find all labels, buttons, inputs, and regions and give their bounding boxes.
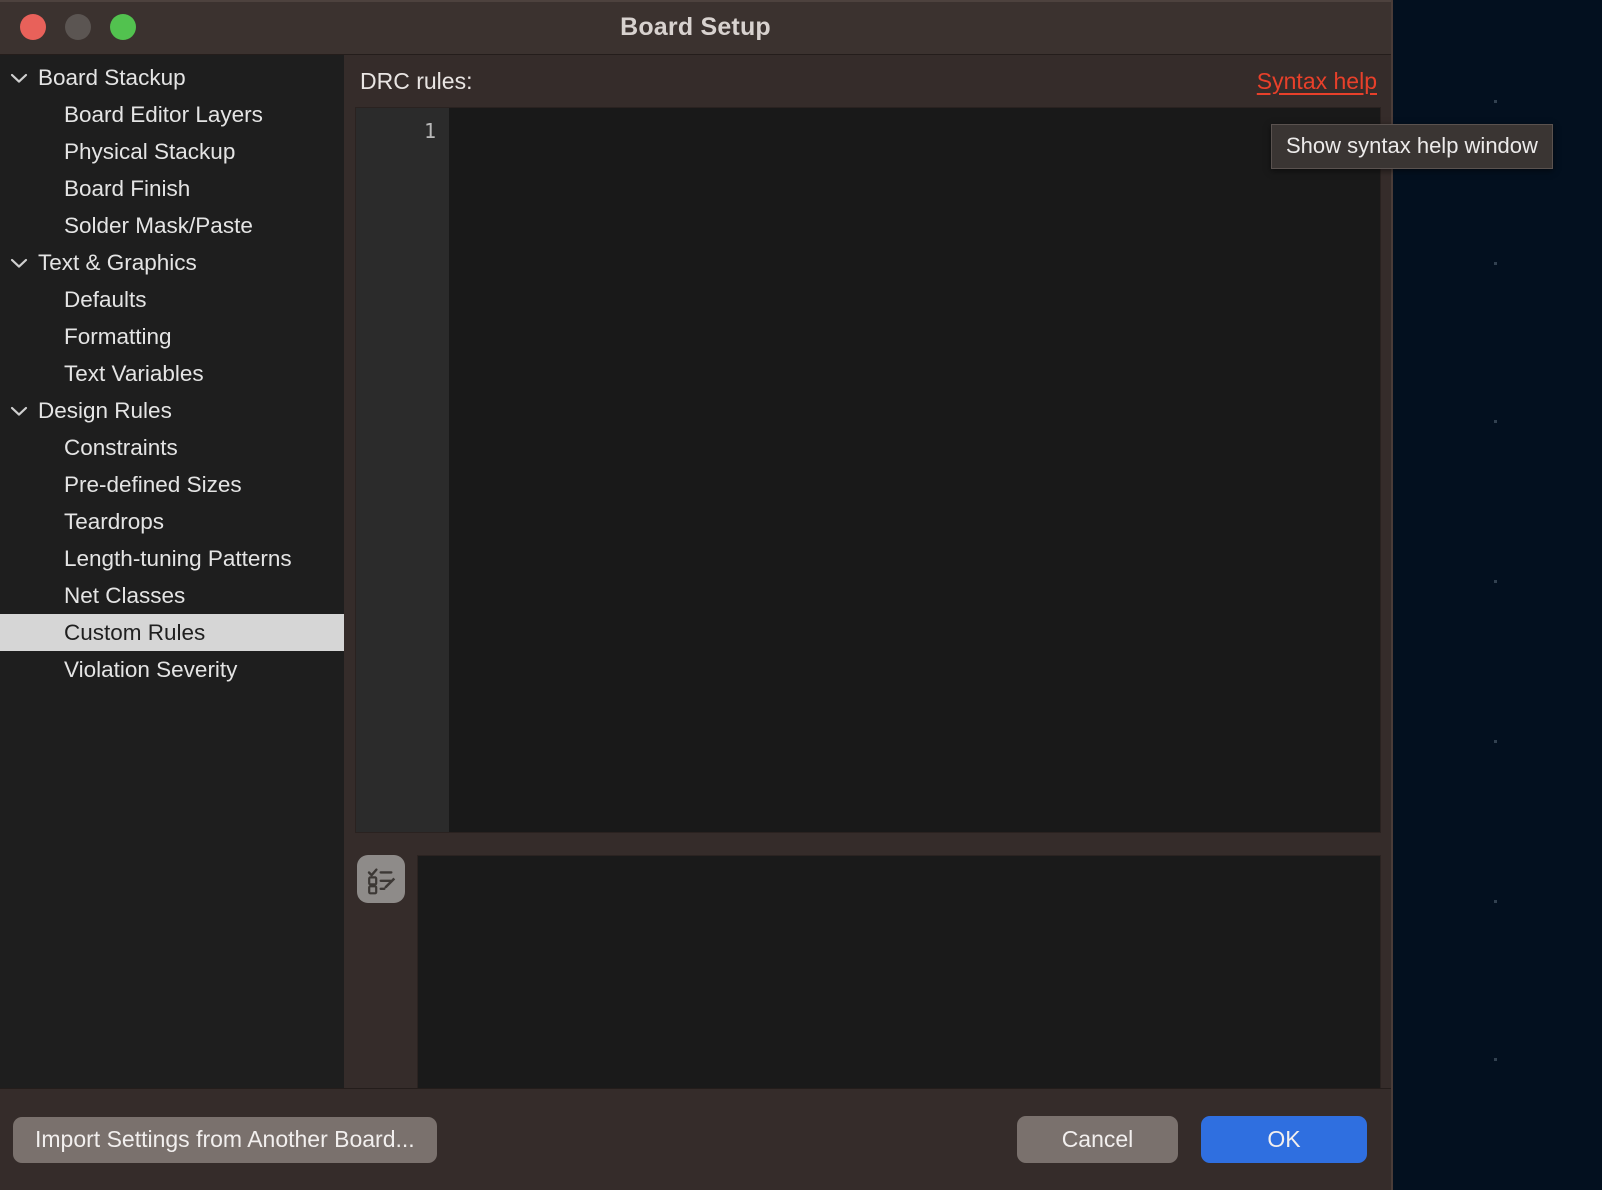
sidebar-item-label: Text Variables	[64, 360, 204, 386]
sidebar-item-label: Board Stackup	[38, 64, 186, 90]
rules-messages-panel	[417, 855, 1381, 1091]
sidebar-item-text-variables[interactable]: Text Variables	[0, 355, 344, 392]
sidebar-item-label: Net Classes	[64, 582, 186, 608]
sidebar-item-label: Custom Rules	[64, 619, 206, 645]
checklist-edit-icon[interactable]	[357, 855, 405, 903]
sidebar-item-label: Text & Graphics	[38, 249, 197, 275]
sidebar-item-text-and-graphics[interactable]: Text & Graphics	[0, 244, 344, 281]
dialog-footer: Import Settings from Another Board... Ca…	[0, 1088, 1391, 1190]
sidebar-item-board-finish[interactable]: Board Finish	[0, 170, 344, 207]
rules-check-row	[355, 855, 1381, 1093]
chevron-down-icon[interactable]	[0, 257, 38, 269]
sidebar-item-constraints[interactable]: Constraints	[0, 429, 344, 466]
custom-rules-pane: DRC rules: Syntax help 1	[344, 55, 1391, 1091]
sidebar-item-teardrops[interactable]: Teardrops	[0, 503, 344, 540]
ok-button[interactable]: OK	[1201, 1116, 1367, 1163]
sidebar-item-physical-stackup[interactable]: Physical Stackup	[0, 133, 344, 170]
sidebar-item-label: Pre-defined Sizes	[64, 471, 242, 497]
sidebar-item-design-rules[interactable]: Design Rules	[0, 392, 344, 429]
grid-dot	[1494, 900, 1497, 903]
dialog-titlebar: Board Setup	[0, 0, 1391, 55]
sidebar-item-label: Defaults	[64, 286, 147, 312]
sidebar-item-length-tuning-patterns[interactable]: Length-tuning Patterns	[0, 540, 344, 577]
sidebar-item-label: Formatting	[64, 323, 172, 349]
window-controls	[8, 0, 136, 54]
settings-navigation-tree[interactable]: Board Stackup Board Editor Layers Physical…	[0, 55, 344, 1088]
sidebar-item-label: Constraints	[64, 434, 178, 460]
grid-dot	[1494, 100, 1497, 103]
sidebar-item-solder-mask-paste[interactable]: Solder Mask/Paste	[0, 207, 344, 244]
sidebar-item-label: Teardrops	[64, 508, 165, 534]
page-title: Board Setup	[620, 12, 771, 41]
sidebar-item-label: Physical Stackup	[64, 138, 236, 164]
drc-rules-label: DRC rules:	[360, 67, 473, 94]
drc-rules-text-input[interactable]	[449, 108, 1380, 832]
sidebar-item-label: Length-tuning Patterns	[64, 545, 292, 571]
sidebar-item-label: Design Rules	[38, 397, 172, 423]
sidebar-item-violation-severity[interactable]: Violation Severity	[0, 651, 344, 688]
drc-rules-header: DRC rules: Syntax help	[355, 55, 1381, 107]
sidebar-item-label: Board Finish	[64, 175, 191, 201]
grid-dot	[1494, 420, 1497, 423]
drc-rules-editor[interactable]: 1	[355, 107, 1381, 833]
close-button[interactable]	[20, 14, 46, 40]
minimize-button[interactable]	[65, 14, 91, 40]
tooltip-syntax-help: Show syntax help window	[1271, 124, 1553, 169]
pane-spacer	[355, 833, 1381, 855]
sidebar-item-defaults[interactable]: Defaults	[0, 281, 344, 318]
sidebar-item-board-stackup[interactable]: Board Stackup	[0, 59, 344, 96]
grid-dot	[1494, 580, 1497, 583]
chevron-down-icon[interactable]	[0, 405, 38, 417]
import-settings-button[interactable]: Import Settings from Another Board...	[13, 1116, 437, 1163]
cancel-button[interactable]: Cancel	[1017, 1116, 1178, 1163]
dialog-body: Board Stackup Board Editor Layers Physical…	[0, 55, 1391, 1091]
grid-dot	[1494, 1058, 1497, 1061]
grid-dot	[1494, 262, 1497, 265]
board-setup-dialog: Board Setup Board Stackup Board Editor La…	[0, 0, 1393, 1190]
grid-dot	[1494, 740, 1497, 743]
sidebar-item-formatting[interactable]: Formatting	[0, 318, 344, 355]
chevron-down-icon[interactable]	[0, 72, 38, 84]
sidebar-item-net-classes[interactable]: Net Classes	[0, 577, 344, 614]
editor-line-number-gutter: 1	[356, 108, 449, 832]
zoom-button[interactable]	[110, 14, 136, 40]
sidebar-item-board-editor-layers[interactable]: Board Editor Layers	[0, 96, 344, 133]
sidebar-item-label: Violation Severity	[64, 656, 238, 682]
sidebar-item-pre-defined-sizes[interactable]: Pre-defined Sizes	[0, 466, 344, 503]
sidebar-item-label: Board Editor Layers	[64, 101, 263, 127]
sidebar-item-custom-rules[interactable]: Custom Rules	[0, 614, 344, 651]
sidebar-item-label: Solder Mask/Paste	[64, 212, 253, 238]
syntax-help-link[interactable]: Syntax help	[1257, 68, 1380, 95]
